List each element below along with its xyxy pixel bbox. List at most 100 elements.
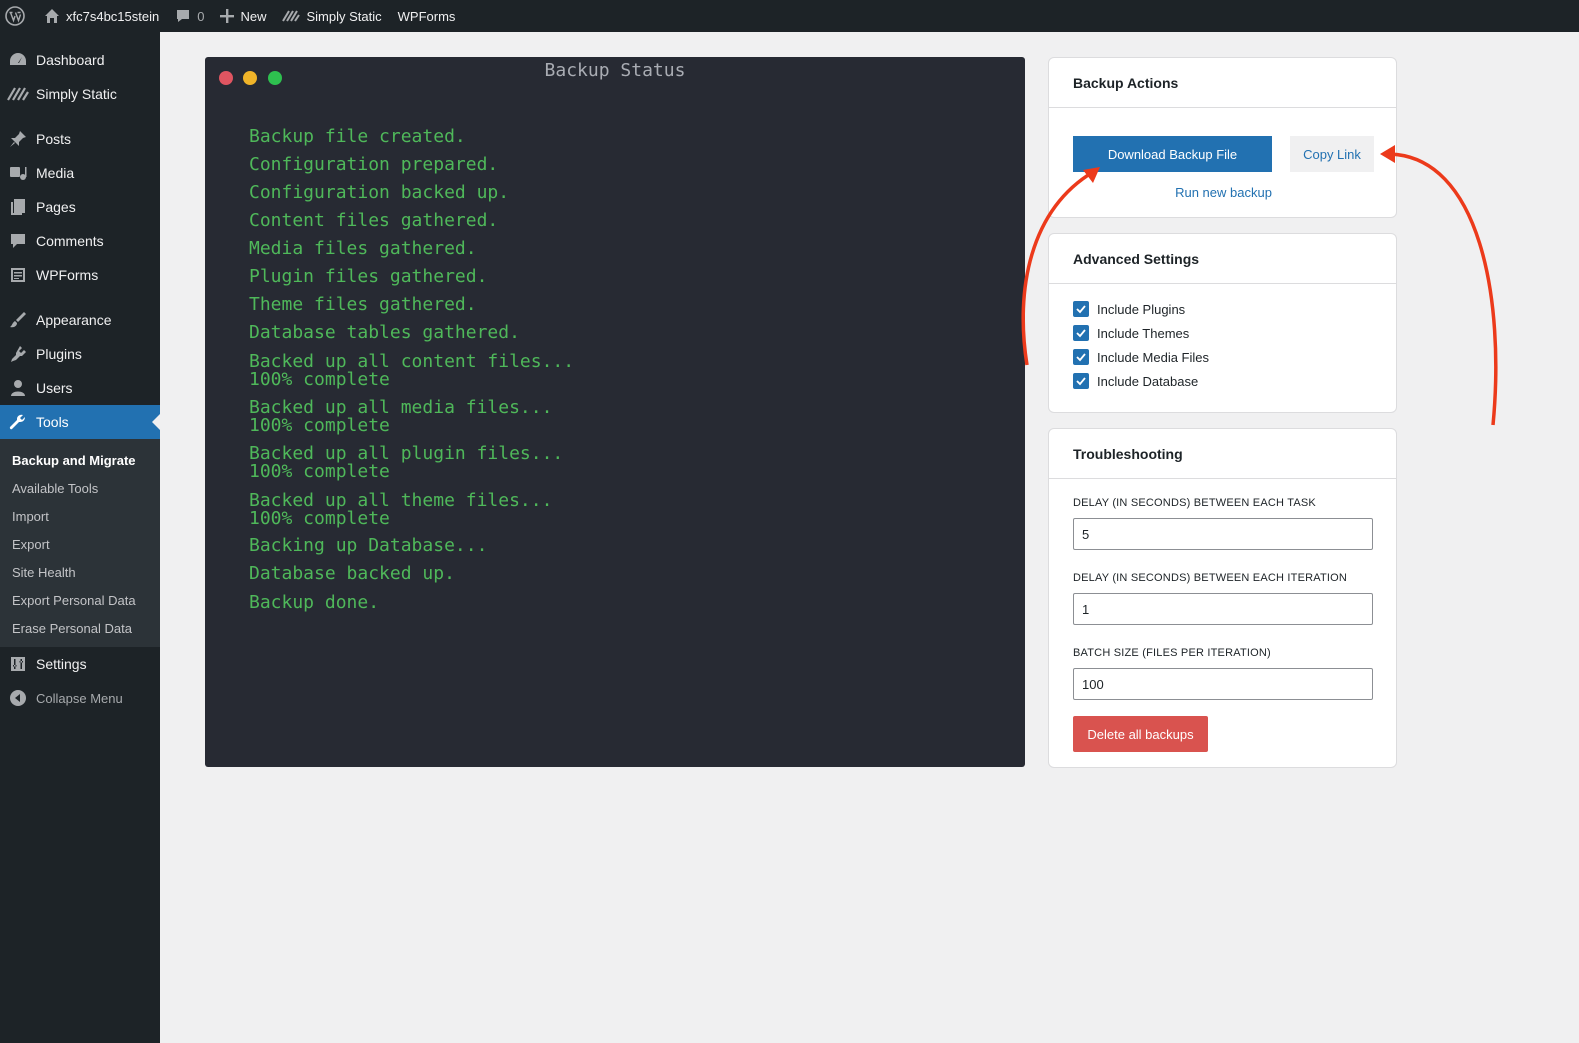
submenu-export-personal-data[interactable]: Export Personal Data	[12, 591, 136, 611]
backup-status-terminal: Backup Status Backup file created. Confi…	[205, 57, 1025, 767]
simply-static-link[interactable]: Simply Static	[274, 0, 389, 32]
log-line: Backup done.	[249, 592, 380, 613]
wpforms-label: WPForms	[397, 8, 456, 24]
task-delay-input[interactable]	[1073, 518, 1373, 550]
sidebar-item-label: Comments	[36, 233, 104, 249]
option-label: Include Database	[1097, 373, 1199, 389]
copy-link-button[interactable]: Copy Link	[1290, 136, 1374, 172]
sidebar-item-label: Plugins	[36, 346, 82, 362]
sidebar-item-tools[interactable]: Tools	[0, 405, 160, 439]
log-line: Configuration backed up.	[249, 182, 510, 203]
checkbox-checked-icon[interactable]	[1073, 349, 1089, 365]
sidebar-item-simply-static[interactable]: Simply Static	[0, 77, 160, 111]
sidebar-item-pages[interactable]: Pages	[0, 190, 160, 224]
log-line: 100% complete	[249, 508, 390, 529]
comments-link[interactable]: 0	[167, 0, 212, 32]
sidebar-item-comments[interactable]: Comments	[0, 224, 160, 258]
wordpress-logo-icon[interactable]	[0, 0, 36, 32]
include-themes-option[interactable]: Include Themes	[1073, 325, 1189, 341]
new-content-link[interactable]: New	[212, 0, 274, 32]
comment-count: 0	[197, 8, 205, 24]
sidebar-item-label: Appearance	[36, 312, 112, 328]
pages-icon	[0, 198, 36, 216]
dashboard-icon	[0, 51, 36, 69]
panel-title: Troubleshooting	[1049, 429, 1396, 479]
include-plugins-option[interactable]: Include Plugins	[1073, 301, 1185, 317]
log-line: 100% complete	[249, 369, 390, 390]
media-icon	[0, 164, 36, 182]
annotation-arrow-copy-link	[1387, 152, 1498, 426]
panel-title: Advanced Settings	[1049, 234, 1396, 284]
iteration-delay-input[interactable]	[1073, 593, 1373, 625]
sidebar-item-label: WPForms	[36, 267, 99, 283]
include-media-files-option[interactable]: Include Media Files	[1073, 349, 1209, 365]
collapse-menu-button[interactable]: Collapse Menu	[0, 681, 160, 715]
wpforms-link[interactable]: WPForms	[390, 0, 464, 32]
log-line: Plugin files gathered.	[249, 266, 488, 287]
advanced-settings-panel: Advanced Settings Include Plugins Includ…	[1048, 233, 1397, 413]
run-new-backup-link: Run new backup	[1049, 185, 1398, 200]
settings-sliders-icon	[0, 655, 36, 673]
log-line: Configuration prepared.	[249, 154, 499, 175]
checkbox-checked-icon[interactable]	[1073, 373, 1089, 389]
sidebar-item-appearance[interactable]: Appearance	[0, 303, 160, 337]
sidebar-item-wpforms[interactable]: WPForms	[0, 258, 160, 292]
log-line: 100% complete	[249, 461, 390, 482]
checkbox-checked-icon[interactable]	[1073, 301, 1089, 317]
home-icon	[45, 9, 59, 23]
batch-size-input[interactable]	[1073, 668, 1373, 700]
new-label: New	[240, 8, 267, 24]
log-line: Backing up Database...	[249, 535, 488, 556]
site-name-link[interactable]: xfc7s4bc15stein	[36, 0, 167, 32]
sidebar-item-label: Settings	[36, 656, 87, 672]
option-label: Include Media Files	[1097, 349, 1209, 365]
sidebar-item-posts[interactable]: Posts	[0, 122, 160, 156]
simply-static-icon	[0, 86, 36, 102]
log-line: Database tables gathered.	[249, 322, 520, 343]
submenu-import[interactable]: Import	[12, 507, 49, 527]
sidebar-item-users[interactable]: Users	[0, 371, 160, 405]
submenu-available-tools[interactable]: Available Tools	[12, 479, 98, 499]
tools-submenu: Backup and Migrate Available Tools Impor…	[0, 439, 160, 647]
plus-icon	[220, 9, 235, 23]
log-line: Database backed up.	[249, 563, 455, 584]
sidebar-item-label: Media	[36, 165, 75, 181]
submenu-backup-and-migrate[interactable]: Backup and Migrate	[12, 451, 136, 471]
simply-static-label: Simply Static	[306, 8, 382, 24]
log-line: 100% complete	[249, 415, 390, 436]
option-label: Include Themes	[1097, 325, 1190, 341]
iteration-delay-label: DELAY (IN SECONDS) BETWEEN EACH ITERATIO…	[1073, 572, 1348, 584]
comment-icon	[0, 232, 36, 250]
troubleshooting-panel: Troubleshooting DELAY (IN SECONDS) BETWE…	[1048, 428, 1397, 768]
sidebar-item-label: Pages	[36, 199, 76, 215]
run-new-backup-label[interactable]: Run new backup	[1175, 185, 1272, 200]
sidebar-item-settings[interactable]: Settings	[0, 647, 160, 681]
checkbox-checked-icon[interactable]	[1073, 325, 1089, 341]
collapse-menu-label: Collapse Menu	[36, 690, 123, 706]
log-line: Theme files gathered.	[249, 294, 477, 315]
sidebar-item-plugins[interactable]: Plugins	[0, 337, 160, 371]
simply-static-icon	[282, 10, 301, 22]
submenu-export[interactable]: Export	[12, 535, 50, 555]
batch-size-label: BATCH SIZE (FILES PER ITERATION)	[1073, 647, 1271, 659]
plug-icon	[0, 345, 36, 363]
admin-bar: xfc7s4bc15stein 0 New Simply Static WPFo…	[0, 0, 1579, 32]
delete-all-backups-button[interactable]: Delete all backups	[1073, 716, 1208, 752]
include-database-option[interactable]: Include Database	[1073, 373, 1198, 389]
wrench-icon	[0, 413, 36, 431]
submenu-erase-personal-data[interactable]: Erase Personal Data	[12, 619, 132, 639]
user-icon	[0, 379, 36, 397]
sidebar-item-label: Posts	[36, 131, 72, 147]
collapse-arrow-icon	[0, 689, 36, 707]
log-line: Backup file created.	[249, 126, 466, 147]
form-icon	[0, 266, 36, 284]
sidebar-item-dashboard[interactable]: Dashboard	[0, 43, 160, 77]
sidebar-item-label: Dashboard	[36, 52, 105, 68]
sidebar-item-label: Users	[36, 380, 73, 396]
comment-bubble-icon	[177, 10, 190, 22]
sidebar-item-label: Tools	[36, 414, 69, 430]
submenu-site-health[interactable]: Site Health	[12, 563, 76, 583]
terminal-title: Backup Status	[544, 60, 686, 81]
sidebar-item-media[interactable]: Media	[0, 156, 160, 190]
download-backup-button[interactable]: Download Backup File	[1073, 136, 1272, 172]
